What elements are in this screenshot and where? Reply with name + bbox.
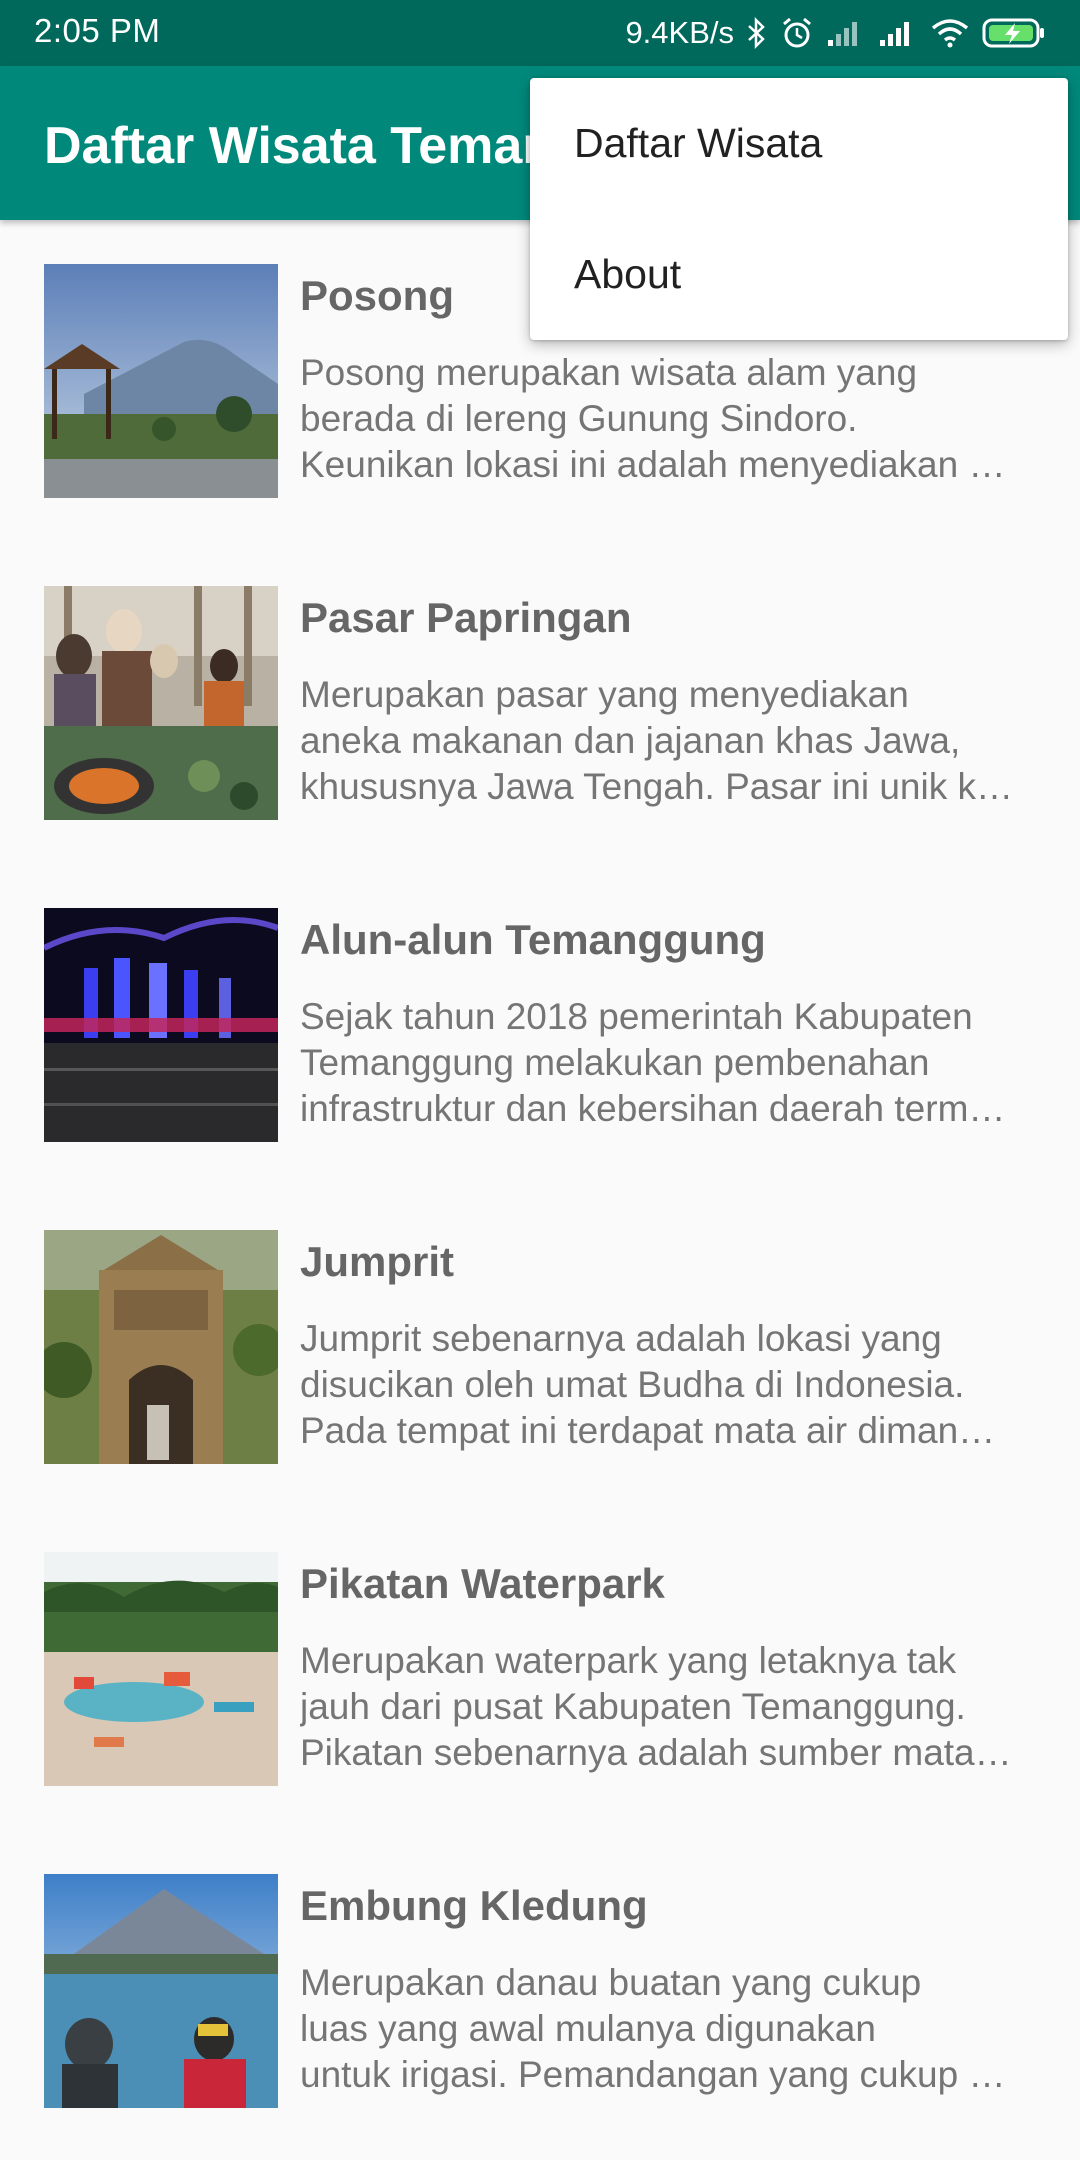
- description-line: Pikatan sebenarnya adalah sumber mata…: [300, 1732, 1012, 1773]
- description-line: Merupakan pasar yang menyediakan: [300, 674, 909, 715]
- description-line: aneka makanan dan jajanan khas Jawa,: [300, 720, 961, 761]
- menu-item-label: Daftar Wisata: [574, 120, 823, 166]
- list-item-title: Jumprit: [300, 1238, 455, 1285]
- list-item-description: Merupakan pasar yang menyediakan aneka m…: [300, 672, 1040, 810]
- status-icons: 9.4KB/s: [625, 12, 1046, 54]
- description-line: Pada tempat ini terdapat mata air diman…: [300, 1410, 996, 1451]
- posong-thumbnail: [44, 264, 278, 498]
- description-line: berada di lereng Gunung Sindoro.: [300, 398, 858, 439]
- list-item-title: Alun-alun Temanggung: [300, 916, 766, 963]
- list-item-title: Pikatan Waterpark: [300, 1560, 665, 1607]
- list-item-description: Posong merupakan wisata alam yang berada…: [300, 350, 1040, 488]
- description-line: jauh dari pusat Kabupaten Temanggung.: [300, 1686, 966, 1727]
- pasar-papringan-thumbnail: [44, 586, 278, 820]
- battery-charging-icon: [982, 17, 1046, 49]
- status-bar: 2:05 PM 9.4KB/s: [0, 0, 1080, 66]
- list-item[interactable]: Jumprit Jumprit sebenarnya adalah lokasi…: [0, 1186, 1080, 1508]
- description-line: untuk irigasi. Pemandangan yang cukup …: [300, 2054, 1006, 2095]
- alarm-icon: [780, 16, 814, 50]
- description-line: khususnya Jawa Tengah. Pasar ini unik k…: [300, 766, 1013, 807]
- menu-item-label: About: [574, 251, 682, 297]
- description-line: Sejak tahun 2018 pemerintah Kabupaten: [300, 996, 973, 1037]
- signal-icon: [878, 18, 918, 48]
- status-time: 2:05 PM: [34, 12, 161, 49]
- overflow-menu: Daftar Wisata About: [530, 78, 1068, 340]
- description-line: disucikan oleh umat Budha di Indonesia.: [300, 1364, 965, 1405]
- alun-alun-thumbnail: [44, 908, 278, 1142]
- list-item-description: Sejak tahun 2018 pemerintah Kabupaten Te…: [300, 994, 1040, 1132]
- list-item-description: Merupakan waterpark yang letaknya tak ja…: [300, 1638, 1040, 1776]
- embung-kledung-thumbnail: [44, 1874, 278, 2108]
- signal-icon: [826, 18, 866, 48]
- description-line: Merupakan waterpark yang letaknya tak: [300, 1640, 957, 1681]
- pikatan-waterpark-thumbnail: [44, 1552, 278, 1786]
- wifi-icon: [930, 18, 970, 48]
- description-line: Posong merupakan wisata alam yang: [300, 352, 918, 393]
- menu-item-daftar-wisata[interactable]: Daftar Wisata: [530, 78, 1068, 209]
- jumprit-thumbnail: [44, 1230, 278, 1464]
- description-line: Merupakan danau buatan yang cukup: [300, 1962, 922, 2003]
- description-line: Jumprit sebenarnya adalah lokasi yang: [300, 1318, 942, 1359]
- list-item[interactable]: Embung Kledung Merupakan danau buatan ya…: [0, 1830, 1080, 2152]
- description-line: infrastruktur dan kebersihan daerah term…: [300, 1088, 1006, 1129]
- list-item-description: Merupakan danau buatan yang cukup luas y…: [300, 1960, 1040, 2098]
- list-item[interactable]: Pikatan Waterpark Merupakan waterpark ya…: [0, 1508, 1080, 1830]
- menu-item-about[interactable]: About: [530, 209, 1068, 340]
- list-item[interactable]: Alun-alun Temanggung Sejak tahun 2018 pe…: [0, 864, 1080, 1186]
- list-item-title: Embung Kledung: [300, 1882, 648, 1929]
- description-line: Temanggung melakukan pembenahan: [300, 1042, 930, 1083]
- description-line: Keunikan lokasi ini adalah menyediakan …: [300, 444, 1006, 485]
- list-item-title: Pasar Papringan: [300, 594, 632, 641]
- list-item[interactable]: Pasar Papringan Merupakan pasar yang men…: [0, 542, 1080, 864]
- description-line: luas yang awal mulanya digunakan: [300, 2008, 876, 2049]
- net-speed: 9.4KB/s: [625, 15, 734, 50]
- bluetooth-icon: [746, 17, 768, 49]
- list-item-title: Posong: [300, 272, 454, 319]
- list-item-description: Jumprit sebenarnya adalah lokasi yang di…: [300, 1316, 1040, 1454]
